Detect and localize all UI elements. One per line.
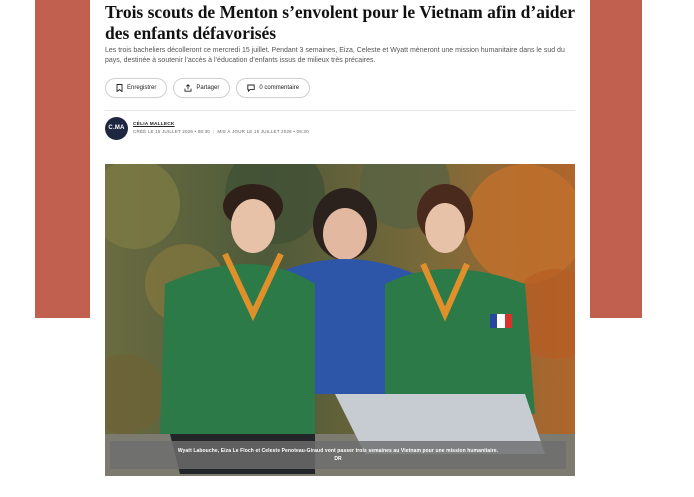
author-name[interactable]: CÉLIA MALLECK bbox=[133, 122, 309, 127]
article-title: Trois scouts de Menton s’envolent pour l… bbox=[105, 2, 575, 43]
author-block: C.MA CÉLIA MALLECK CRÉÉ LE 15 JUILLET 20… bbox=[105, 116, 309, 140]
author-avatar[interactable]: C.MA bbox=[105, 116, 128, 140]
photo-illustration bbox=[105, 164, 575, 476]
article-lede: Les trois bacheliers décolleront ce merc… bbox=[105, 47, 565, 64]
share-button-label: Partager bbox=[196, 85, 220, 91]
created-date: CRÉÉ LE 15 JUILLET 2026 • 08:30 bbox=[133, 129, 210, 134]
article-actions: Enregistrer Partager 0 commentaire bbox=[105, 78, 311, 98]
save-button-label: Enregistrer bbox=[127, 85, 157, 91]
author-info: CÉLIA MALLECK CRÉÉ LE 15 JUILLET 2026 • … bbox=[133, 122, 309, 134]
comments-button-label: 0 commentaire bbox=[259, 85, 300, 91]
comment-icon bbox=[247, 84, 256, 92]
photo-caption-text: Wyatt Labouche, Eiza Le Floch et Celeste… bbox=[177, 448, 499, 454]
decorative-band-left bbox=[35, 0, 90, 318]
share-button[interactable]: Partager bbox=[173, 78, 231, 98]
decorative-band-right bbox=[590, 0, 642, 318]
save-button[interactable]: Enregistrer bbox=[105, 78, 168, 98]
bookmark-icon bbox=[116, 84, 123, 92]
page: Trois scouts de Menton s’envolent pour l… bbox=[0, 0, 694, 497]
divider bbox=[105, 110, 575, 111]
comments-button[interactable]: 0 commentaire bbox=[236, 78, 311, 98]
photo-caption: Wyatt Labouche, Eiza Le Floch et Celeste… bbox=[110, 441, 566, 469]
article-dates: CRÉÉ LE 15 JUILLET 2026 • 08:30 | MIS À … bbox=[133, 129, 309, 134]
article-photo[interactable] bbox=[105, 164, 575, 476]
photo-credit: DR bbox=[334, 456, 342, 462]
updated-date: MIS À JOUR LE 15 JUILLET 2026 • 08:30 bbox=[217, 129, 309, 134]
date-separator: | bbox=[213, 129, 215, 134]
share-icon bbox=[184, 84, 192, 92]
